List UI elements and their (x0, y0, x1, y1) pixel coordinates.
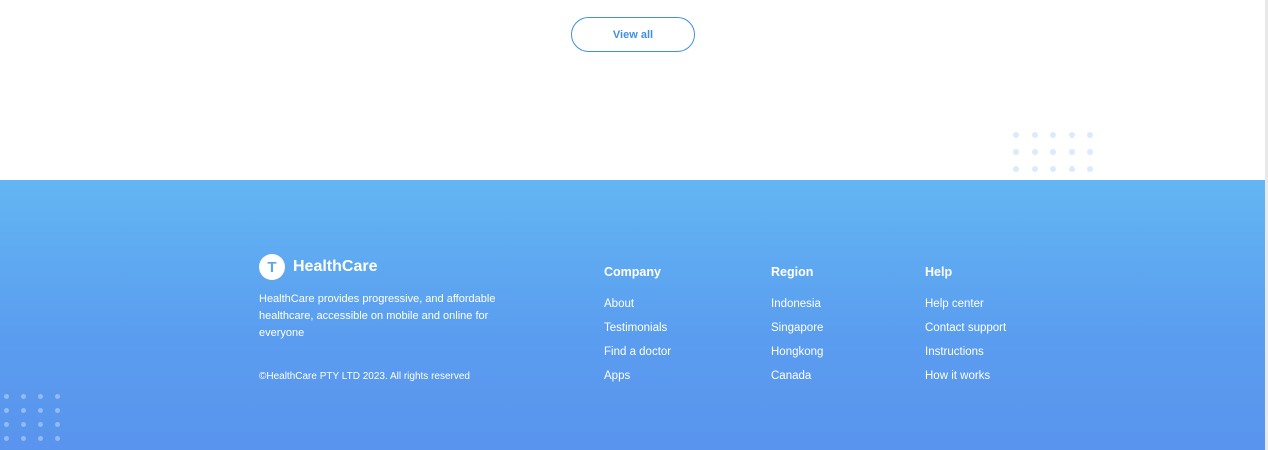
footer-column-help: Help Help center Contact support Instruc… (925, 265, 1006, 388)
brand-logo-icon: T (259, 254, 285, 280)
footer-link-hongkong[interactable]: Hongkong (771, 340, 823, 364)
footer-column-company: Company About Testimonials Find a doctor… (604, 265, 671, 388)
footer-heading-region: Region (771, 265, 814, 279)
footer-link-about[interactable]: About (604, 292, 671, 316)
copyright-text: ©HealthCare PTY LTD 2023. All rights res… (259, 371, 470, 382)
footer: T HealthCare HealthCare provides progres… (0, 180, 1265, 450)
footer-link-indonesia[interactable]: Indonesia (771, 292, 823, 316)
footer-link-testimonials[interactable]: Testimonials (604, 316, 671, 340)
footer-link-instructions[interactable]: Instructions (925, 340, 1006, 364)
footer-link-contact-support[interactable]: Contact support (925, 316, 1006, 340)
footer-link-apps[interactable]: Apps (604, 364, 671, 388)
page: View all T HealthCare HealthCare provide… (0, 0, 1268, 450)
view-all-button[interactable]: View all (571, 17, 695, 52)
footer-brand[interactable]: T HealthCare (259, 254, 377, 280)
decorative-dot-grid (1013, 132, 1093, 172)
footer-link-how-it-works[interactable]: How it works (925, 364, 1006, 388)
footer-link-find-a-doctor[interactable]: Find a doctor (604, 340, 671, 364)
brand-description: HealthCare provides progressive, and aff… (259, 293, 496, 339)
footer-heading-company: Company (604, 265, 661, 279)
footer-link-canada[interactable]: Canada (771, 364, 823, 388)
content-section: View all (0, 0, 1265, 180)
footer-link-help-center[interactable]: Help center (925, 292, 1006, 316)
footer-heading-help: Help (925, 265, 953, 279)
footer-column-region: Region Indonesia Singapore Hongkong Cana… (771, 265, 823, 388)
decorative-dot-grid-footer (4, 394, 60, 441)
footer-link-singapore[interactable]: Singapore (771, 316, 823, 340)
brand-name: HealthCare (293, 258, 378, 275)
